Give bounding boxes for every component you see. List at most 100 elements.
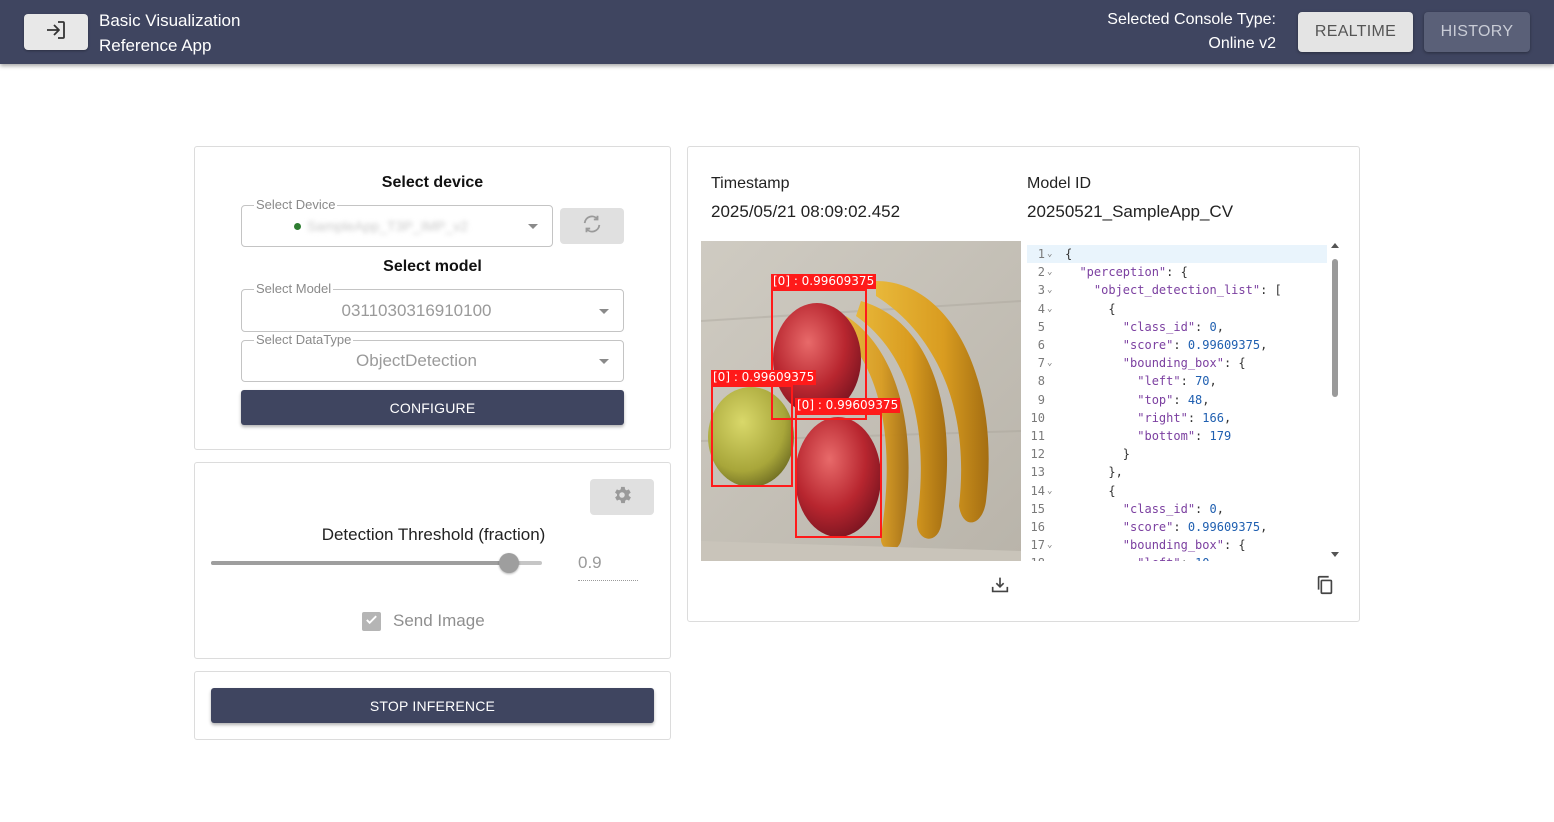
- json-scrollbar[interactable]: [1329, 243, 1341, 557]
- fold-chevron-icon[interactable]: ⌄: [1047, 281, 1052, 299]
- code-line: 12 }: [1027, 445, 1327, 463]
- line-number: 14: [1030, 483, 1045, 498]
- code-line: 4 ⌄ {: [1027, 300, 1327, 318]
- json-viewer[interactable]: 1 ⌄{2 ⌄ "perception": {3 ⌄ "object_detectio…: [1027, 241, 1341, 561]
- device-select-value: SampleApp_T3P_IMP_v2: [306, 218, 469, 234]
- code-text: "right": 166,: [1137, 410, 1232, 425]
- gear-icon: [611, 484, 633, 511]
- code-text: "bounding_box": {: [1122, 356, 1246, 371]
- history-button[interactable]: HISTORY: [1424, 12, 1530, 52]
- code-text: },: [1065, 465, 1123, 480]
- configure-button[interactable]: CONFIGURE: [241, 390, 624, 425]
- realtime-button[interactable]: REALTIME: [1298, 12, 1413, 52]
- line-number: 8: [1037, 374, 1045, 389]
- line-number: 11: [1030, 429, 1045, 443]
- app-title-line1: Basic Visualization: [99, 11, 241, 30]
- code-text: "bottom": 179: [1137, 429, 1232, 443]
- line-number: 1: [1037, 247, 1045, 261]
- threshold-title: Detection Threshold (fraction): [321, 525, 546, 544]
- code-line: 10 "right": 166,: [1027, 409, 1327, 427]
- code-text: "score": 0.99609375,: [1122, 338, 1268, 352]
- line-number: 6: [1037, 338, 1045, 352]
- code-line: 9 "top": 48,: [1027, 391, 1327, 409]
- line-number: 16: [1030, 520, 1045, 534]
- fold-chevron-icon[interactable]: ⌄: [1047, 354, 1052, 372]
- chevron-down-icon: [599, 359, 609, 364]
- timestamp-label: Timestamp: [711, 175, 790, 192]
- line-number: 9: [1037, 392, 1045, 407]
- threshold-slider-thumb[interactable]: [499, 553, 519, 573]
- code-text: {: [1065, 247, 1073, 261]
- send-image-label: Send Image: [393, 611, 485, 630]
- detection-label: [0] : 0.99609375: [711, 370, 817, 385]
- code-line: 11 "bottom": 179: [1027, 427, 1327, 445]
- refresh-devices-button[interactable]: [560, 208, 624, 244]
- code-line: 18 "left": 10,: [1027, 554, 1327, 561]
- console-type: Selected Console Type: Online v2: [1107, 8, 1276, 56]
- model-id-value: 20250521_SampleApp_CV: [1027, 202, 1234, 221]
- line-number: 15: [1030, 501, 1045, 516]
- code-line: 8 "left": 70,: [1027, 372, 1327, 390]
- code-text: "class_id": 0,: [1122, 319, 1224, 334]
- device-select[interactable]: Select Device SampleApp_T3P_IMP_v2: [241, 197, 553, 247]
- timestamp-value: 2025/05/21 08:09:02.452: [711, 202, 901, 221]
- select-model-title: Select model: [383, 258, 482, 275]
- threshold-value-input[interactable]: 0.9: [578, 553, 638, 581]
- console-type-label: Selected Console Type:: [1107, 11, 1276, 28]
- logout-icon: [44, 18, 68, 47]
- app-title: Basic Visualization Reference App: [99, 8, 240, 58]
- download-icon: [989, 574, 1011, 601]
- fold-chevron-icon[interactable]: ⌄: [1047, 263, 1052, 281]
- copy-button[interactable]: [1313, 575, 1337, 599]
- download-button[interactable]: [988, 575, 1012, 599]
- logout-button[interactable]: [24, 14, 88, 50]
- line-number: 12: [1030, 447, 1045, 462]
- app-title-line2: Reference App: [99, 36, 212, 55]
- send-image-checkbox[interactable]: [362, 612, 381, 631]
- model-select[interactable]: Select Model 0311030316910100: [241, 281, 624, 332]
- code-text: "top": 48,: [1137, 392, 1210, 407]
- device-model-panel: Select device Select Device SampleApp_T3…: [194, 146, 671, 450]
- datatype-select[interactable]: Select DataType ObjectDetection: [241, 332, 624, 382]
- line-number: 5: [1037, 319, 1045, 334]
- code-line: 6 "score": 0.99609375,: [1027, 336, 1327, 354]
- code-line: 15 "class_id": 0,: [1027, 500, 1327, 518]
- fold-chevron-icon[interactable]: ⌄: [1047, 482, 1052, 500]
- fold-chevron-icon[interactable]: ⌄: [1047, 300, 1052, 318]
- code-line: 16 "score": 0.99609375,: [1027, 518, 1327, 536]
- console-type-value: Online v2: [1208, 35, 1276, 52]
- scroll-up-icon[interactable]: [1331, 243, 1339, 248]
- detection-box: [711, 385, 793, 487]
- select-device-title: Select device: [381, 174, 484, 191]
- datatype-select-value: ObjectDetection: [356, 351, 477, 370]
- device-status-icon: [293, 222, 301, 230]
- code-line: 13 },: [1027, 463, 1327, 481]
- scroll-down-icon[interactable]: [1331, 552, 1339, 557]
- threshold-slider[interactable]: [211, 553, 542, 573]
- fold-chevron-icon[interactable]: ⌄: [1047, 536, 1052, 554]
- line-number: 13: [1030, 465, 1045, 480]
- code-line: 3 ⌄ "object_detection_list": [: [1027, 281, 1327, 299]
- detection-box: [795, 413, 882, 538]
- stop-inference-button[interactable]: STOP INFERENCE: [211, 688, 654, 723]
- refresh-icon: [581, 213, 603, 240]
- line-number: 3: [1037, 283, 1045, 298]
- app-header: Basic Visualization Reference App Select…: [0, 0, 1554, 64]
- scroll-thumb[interactable]: [1332, 259, 1338, 397]
- code-text: "left": 10,: [1065, 554, 1217, 561]
- settings-button[interactable]: [590, 479, 654, 515]
- stop-panel: STOP INFERENCE: [194, 671, 671, 740]
- detection-label: [0] : 0.99609375: [795, 398, 901, 413]
- code-line: 14 ⌄ {: [1027, 482, 1327, 500]
- line-number: 17: [1030, 538, 1045, 553]
- inference-image: [0] : 0.99609375 [0] : 0.99609375 [0] : 0.…: [701, 241, 1021, 561]
- code-text: {: [1065, 301, 1116, 316]
- code-line: 5 "class_id": 0,: [1027, 318, 1327, 336]
- model-select-value: 0311030316910100: [341, 300, 492, 320]
- line-number: 18: [1027, 554, 1045, 561]
- line-number: 7: [1037, 356, 1045, 371]
- code-text: "score": 0.99609375,: [1122, 520, 1268, 534]
- fold-chevron-icon[interactable]: ⌄: [1047, 245, 1052, 263]
- check-icon: [364, 612, 379, 632]
- code-text: }: [1065, 447, 1131, 462]
